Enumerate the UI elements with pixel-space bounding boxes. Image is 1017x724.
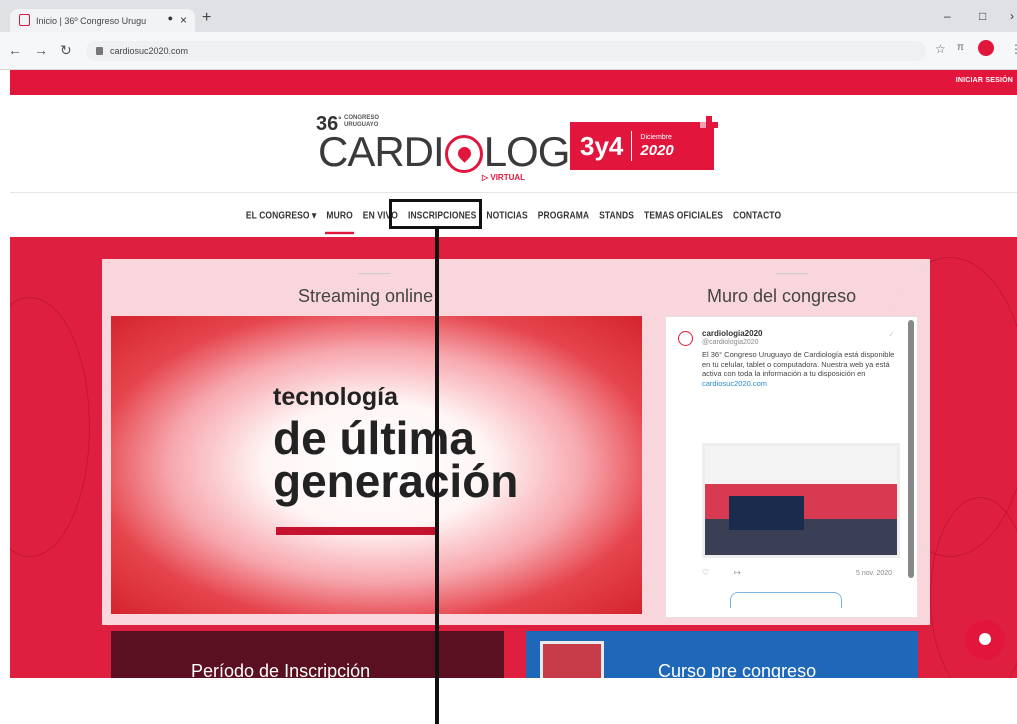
browser-menu-icon[interactable]: ⋮ bbox=[1010, 42, 1017, 56]
reload-icon[interactable]: ↻ bbox=[60, 42, 72, 59]
main-nav: EL CONGRESO ▾ MURO EN VIVO INSCRIPCIONES… bbox=[10, 193, 1017, 237]
chat-icon[interactable] bbox=[965, 620, 1005, 660]
nav-stands[interactable]: STANDS bbox=[594, 209, 639, 221]
tweet-text: El 36° Congreso Uruguayo de Cardiología … bbox=[702, 350, 902, 388]
section-divider bbox=[358, 273, 390, 274]
tab-title: Inicio | 36º Congreso Urugu bbox=[36, 15, 147, 26]
minimize-icon[interactable]: – bbox=[944, 9, 951, 23]
logo-left: CARDI bbox=[318, 128, 445, 175]
star-icon[interactable]: ☆ bbox=[935, 42, 946, 56]
screenshot: Inicio | 36º Congreso Urugu ● × + – □ › … bbox=[0, 0, 1017, 724]
extension-icon[interactable]: π bbox=[957, 42, 964, 53]
video-accent-bar bbox=[276, 527, 436, 535]
nav-temas-oficiales[interactable]: TEMAS OFICIALES bbox=[639, 209, 728, 221]
nav-contacto[interactable]: CONTACTO bbox=[728, 209, 786, 221]
vein-decoration bbox=[10, 297, 90, 557]
registration-card[interactable]: Período de Inscripción bbox=[111, 631, 504, 678]
tweet-name[interactable]: cardiologia2020 bbox=[702, 329, 762, 338]
twitter-bird-icon[interactable]: ✓ bbox=[888, 329, 896, 340]
registration-card-label: Período de Inscripción bbox=[191, 661, 371, 678]
highlight-box bbox=[389, 199, 482, 229]
event-date-badge: 3y4 Diciembre 2020 bbox=[570, 122, 714, 170]
tweet-body: El 36° Congreso Uruguayo de Cardiología … bbox=[702, 350, 895, 378]
date-month: Diciembre bbox=[640, 133, 672, 141]
book-icon bbox=[540, 641, 604, 678]
profile-avatar[interactable] bbox=[978, 40, 994, 56]
video-text-line2: de última bbox=[273, 412, 475, 464]
tweet-avatar[interactable] bbox=[678, 331, 693, 346]
nav-muro[interactable]: MURO bbox=[321, 209, 357, 235]
back-icon[interactable]: ← bbox=[8, 42, 22, 58]
site-favicon-icon bbox=[19, 14, 30, 26]
close-tab-icon[interactable]: × bbox=[180, 13, 187, 27]
date-year: 2020 bbox=[640, 141, 674, 159]
tweet-link[interactable]: cardiosuc2020.com bbox=[702, 379, 767, 388]
like-icon[interactable]: ♡ bbox=[702, 568, 709, 577]
maximize-icon[interactable]: □ bbox=[979, 9, 986, 23]
logo-small-text: CONGRESO URUGUAYO bbox=[344, 115, 380, 128]
tweet-date: 5 nov. 2020 bbox=[856, 570, 893, 577]
load-more-button[interactable] bbox=[730, 592, 842, 608]
tweet-handle[interactable]: @cardiologia2020 bbox=[702, 339, 759, 346]
url-text: cardiosuc2020.com bbox=[110, 46, 189, 56]
top-bar: INICIAR SESIÓN bbox=[10, 70, 1017, 95]
logo-virtual: ▷ VIRTUAL bbox=[482, 173, 526, 182]
login-link[interactable]: INICIAR SESIÓN bbox=[956, 77, 1013, 84]
browser-tabbar: Inicio | 36º Congreso Urugu ● × + – □ › bbox=[0, 0, 1017, 32]
site-logo[interactable]: CARDI LOGÍA bbox=[318, 128, 608, 176]
share-icon[interactable]: ↦ bbox=[734, 568, 741, 577]
streaming-title: Streaming online bbox=[298, 286, 434, 306]
lock-icon bbox=[96, 47, 103, 55]
pixel-decoration-icon bbox=[700, 116, 720, 136]
audio-dot-icon: ● bbox=[167, 13, 173, 23]
wall-title: Muro del congreso bbox=[707, 286, 857, 306]
tweet-image[interactable] bbox=[702, 443, 900, 558]
video-text-line1: tecnología bbox=[273, 383, 399, 411]
date-days: 3y4 bbox=[580, 130, 624, 161]
url-field[interactable]: cardiosuc2020.com bbox=[86, 41, 926, 61]
heart-logo-icon bbox=[444, 135, 483, 173]
nav-noticias[interactable]: NOTICIAS bbox=[481, 209, 532, 221]
precourse-card[interactable]: Curso pre congreso bbox=[526, 631, 918, 678]
browser-addressbar: ← → ↻ cardiosuc2020.com ☆ π ⋮ bbox=[0, 32, 1017, 70]
section-divider bbox=[776, 273, 808, 274]
callout-pointer-line bbox=[435, 229, 439, 724]
video-text-line3: generación bbox=[273, 455, 519, 507]
feed-scrollbar[interactable] bbox=[908, 320, 914, 578]
logo-virtual-label: VIRTUAL bbox=[490, 173, 526, 182]
forward-icon[interactable]: → bbox=[34, 42, 48, 58]
precourse-card-label: Curso pre congreso bbox=[658, 661, 817, 678]
nav-el-congreso[interactable]: EL CONGRESO ▾ bbox=[241, 208, 322, 221]
nav-programa[interactable]: PROGRAMA bbox=[533, 209, 594, 221]
close-window-icon[interactable]: › bbox=[1010, 9, 1014, 23]
browser-tab[interactable]: Inicio | 36º Congreso Urugu ● × bbox=[10, 9, 195, 32]
date-separator bbox=[631, 131, 633, 161]
logo-sup: ° bbox=[338, 115, 342, 125]
new-tab-button[interactable]: + bbox=[202, 9, 211, 27]
